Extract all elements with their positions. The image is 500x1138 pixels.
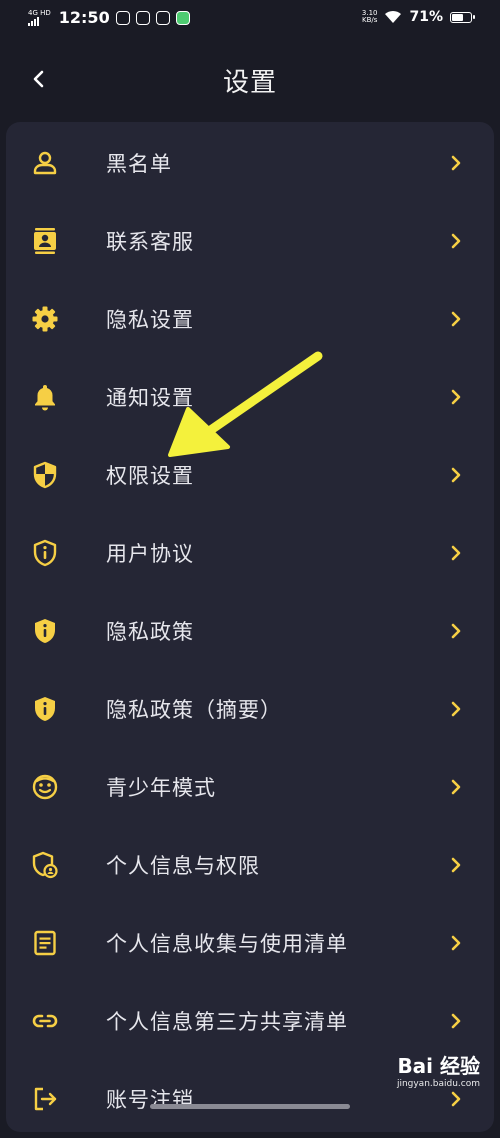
settings-item-personal-info-permissions[interactable]: 个人信息与权限 bbox=[6, 826, 494, 904]
chevron-right-icon bbox=[446, 855, 466, 875]
watermark-url: jingyan.baidu.com bbox=[396, 1079, 480, 1089]
settings-item-label: 用户协议 bbox=[106, 542, 194, 566]
status-bar: 4G HD 12:50 3.10 KB/s 71% bbox=[0, 0, 500, 38]
info-shield-outline-icon bbox=[30, 538, 60, 568]
person-icon bbox=[30, 148, 60, 178]
logout-icon bbox=[30, 1084, 60, 1114]
chevron-right-icon bbox=[446, 933, 466, 953]
settings-item-label: 个人信息第三方共享清单 bbox=[106, 1010, 348, 1034]
smiley-icon bbox=[30, 772, 60, 802]
settings-item-teen-mode[interactable]: 青少年模式 bbox=[6, 748, 494, 826]
watermark-logo: Bai 经验 bbox=[397, 1054, 480, 1078]
network-type: 4G HD bbox=[28, 8, 51, 17]
settings-item-permission-settings[interactable]: 权限设置 bbox=[6, 436, 494, 514]
settings-item-info-collection-list[interactable]: 个人信息收集与使用清单 bbox=[6, 904, 494, 982]
settings-item-label: 通知设置 bbox=[106, 386, 194, 410]
settings-item-user-agreement[interactable]: 用户协议 bbox=[6, 514, 494, 592]
settings-item-label: 个人信息与权限 bbox=[106, 854, 260, 878]
settings-item-label: 隐私设置 bbox=[106, 308, 194, 332]
notification-app-icon bbox=[175, 10, 190, 25]
settings-item-notification-settings[interactable]: 通知设置 bbox=[6, 358, 494, 436]
info-shield-icon bbox=[30, 616, 60, 646]
page-title: 设置 bbox=[222, 68, 277, 98]
chevron-right-icon bbox=[446, 231, 466, 251]
settings-item-label: 青少年模式 bbox=[106, 776, 216, 800]
notification-app-icon bbox=[115, 10, 130, 25]
shield-icon bbox=[30, 460, 60, 490]
settings-item-blacklist[interactable]: 黑名单 bbox=[6, 124, 494, 202]
chevron-right-icon bbox=[446, 621, 466, 641]
chevron-right-icon bbox=[446, 543, 466, 563]
notification-app-icon bbox=[135, 10, 150, 25]
home-indicator[interactable] bbox=[150, 1104, 350, 1109]
notification-app-icon bbox=[155, 10, 170, 25]
settings-item-label: 权限设置 bbox=[106, 464, 194, 488]
settings-item-privacy-policy-summary[interactable]: 隐私政策（摘要） bbox=[6, 670, 494, 748]
settings-item-label: 隐私政策（摘要） bbox=[106, 698, 282, 722]
info-shield-icon bbox=[30, 694, 60, 724]
bell-icon bbox=[30, 382, 60, 412]
shield-person-icon bbox=[30, 850, 60, 880]
battery-icon bbox=[450, 11, 475, 23]
net-speed: 3.10 KB/s bbox=[362, 10, 378, 24]
settings-item-label: 账号注销 bbox=[106, 1088, 194, 1112]
clock: 12:50 bbox=[58, 8, 110, 27]
chevron-right-icon bbox=[446, 777, 466, 797]
battery-percent: 71% bbox=[409, 9, 443, 25]
chevron-right-icon bbox=[446, 1089, 466, 1109]
network-indicator: 4G HD bbox=[28, 8, 51, 26]
chevron-right-icon bbox=[446, 387, 466, 407]
settings-item-label: 隐私政策 bbox=[106, 620, 194, 644]
chevron-right-icon bbox=[446, 1011, 466, 1031]
baidu-jingyan-watermark: Bai 经验 jingyan.baidu.com bbox=[397, 1050, 480, 1089]
settings-item-third-party-sharing-list[interactable]: 个人信息第三方共享清单 bbox=[6, 982, 494, 1060]
net-speed-unit: KB/s bbox=[361, 16, 378, 24]
settings-item-label: 联系客服 bbox=[106, 230, 194, 254]
signal-icon bbox=[28, 16, 39, 26]
wifi-icon bbox=[385, 10, 402, 23]
settings-item-label: 个人信息收集与使用清单 bbox=[106, 932, 348, 956]
settings-item-privacy-settings[interactable]: 隐私设置 bbox=[6, 280, 494, 358]
chevron-right-icon bbox=[446, 699, 466, 719]
settings-item-customer-service[interactable]: 联系客服 bbox=[6, 202, 494, 280]
chevron-right-icon bbox=[446, 153, 466, 173]
chevron-right-icon bbox=[446, 465, 466, 485]
settings-item-label: 黑名单 bbox=[106, 152, 172, 176]
gear-icon bbox=[30, 304, 60, 334]
chevron-right-icon bbox=[446, 309, 466, 329]
document-list-icon bbox=[30, 928, 60, 958]
settings-panel: 黑名单 联系客服 隐私设置 通知设置 权限设置 用户协议 隐私政策 隐私政策（摘… bbox=[6, 122, 494, 1132]
link-icon bbox=[30, 1006, 60, 1036]
header: 设置 bbox=[0, 48, 500, 112]
contact-card-icon bbox=[30, 226, 60, 256]
settings-item-privacy-policy[interactable]: 隐私政策 bbox=[6, 592, 494, 670]
